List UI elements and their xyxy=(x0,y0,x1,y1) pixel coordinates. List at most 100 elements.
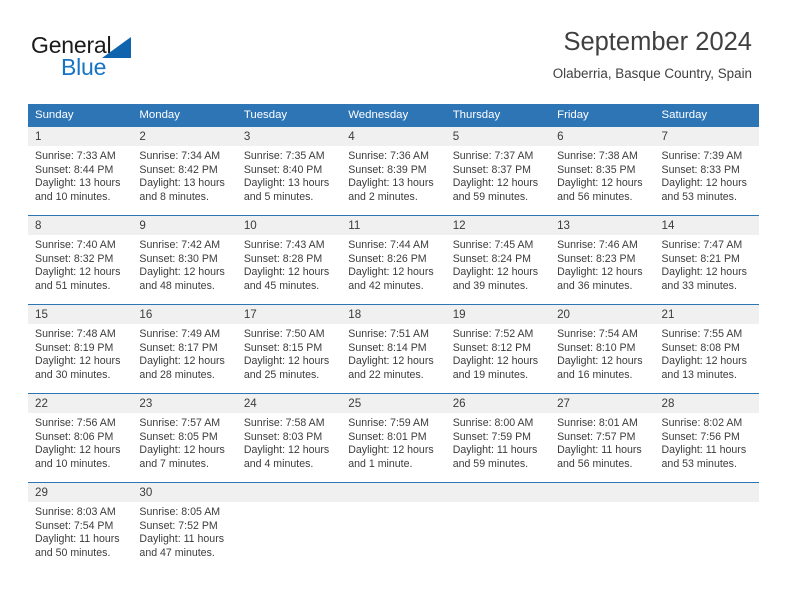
calendar-empty-cell xyxy=(445,482,551,571)
calendar-day-cell[interactable]: 9 Sunrise: 7:42 AM Sunset: 8:30 PM Daylight… xyxy=(132,215,237,305)
calendar-day-cell[interactable]: 21 Sunrise: 7:55 AM Sunset: 8:08 PM Dayligh… xyxy=(654,304,759,394)
calendar-day-cell[interactable]: 18 Sunrise: 7:51 AM Sunset: 8:14 PM Dayligh… xyxy=(341,304,446,394)
calendar-day-cell[interactable]: 19 Sunrise: 7:52 AM Sunset: 8:12 PM Dayligh… xyxy=(445,304,551,394)
calendar-day-cell[interactable]: 20 Sunrise: 7:54 AM Sunset: 8:10 PM Dayligh… xyxy=(550,304,655,394)
day-number: 18 xyxy=(341,305,446,324)
sunset-text: Sunset: 8:28 PM xyxy=(243,252,323,265)
calendar-day-cell[interactable]: 2 Sunrise: 7:34 AM Sunset: 8:42 PM Daylight… xyxy=(132,126,237,216)
calendar-day-cell[interactable]: 27 Sunrise: 8:01 AM Sunset: 7:57 PM Dayligh… xyxy=(550,393,655,483)
sunrise-text: Sunrise: 7:51 AM xyxy=(348,328,429,340)
sunset-text: Sunset: 8:03 PM xyxy=(243,430,323,443)
sunset-text: Sunset: 8:30 PM xyxy=(139,252,218,265)
daylight-text: Daylight: 12 hours and 42 minutes. xyxy=(348,266,434,292)
calendar-day-cell[interactable]: 23 Sunrise: 7:57 AM Sunset: 8:05 PM Dayligh… xyxy=(132,393,237,483)
day-details: Sunrise: 7:40 AM Sunset: 8:32 PM Daylight:… xyxy=(28,235,132,293)
daylight-text: Daylight: 11 hours and 47 minutes. xyxy=(139,533,225,559)
calendar-day-cell[interactable]: 17 Sunrise: 7:50 AM Sunset: 8:15 PM Dayligh… xyxy=(236,304,342,394)
sunrise-text: Sunrise: 7:47 AM xyxy=(661,239,743,251)
sunrise-text: Sunrise: 7:54 AM xyxy=(557,328,638,340)
day-details: Sunrise: 7:45 AM Sunset: 8:24 PM Daylight:… xyxy=(446,235,550,293)
calendar-day-cell[interactable]: 11 Sunrise: 7:44 AM Sunset: 8:26 PM Dayligh… xyxy=(341,215,446,305)
day-number: 23 xyxy=(132,394,237,413)
calendar-day-cell[interactable]: 12 Sunrise: 7:45 AM Sunset: 8:24 PM Dayligh… xyxy=(445,215,551,305)
calendar-week-row: 8 Sunrise: 7:40 AM Sunset: 8:32 PM Daylight… xyxy=(28,215,759,305)
daylight-text: Daylight: 12 hours and 19 minutes. xyxy=(452,355,539,381)
day-number: 2 xyxy=(132,127,237,146)
day-details: Sunrise: 8:03 AM Sunset: 7:54 PM Daylight:… xyxy=(28,502,132,560)
sunrise-text: Sunrise: 7:42 AM xyxy=(139,239,221,251)
calendar-day-cell[interactable]: 7 Sunrise: 7:39 AM Sunset: 8:33 PM Daylight… xyxy=(654,126,759,216)
sunset-text: Sunset: 8:19 PM xyxy=(35,341,114,354)
weekday-header-sunday: Sunday xyxy=(28,104,133,127)
day-number: 30 xyxy=(132,483,237,502)
day-number: 29 xyxy=(28,483,133,502)
logo-text-blue: Blue xyxy=(61,54,107,80)
day-number: 12 xyxy=(445,216,551,235)
calendar-day-cell[interactable]: 26 Sunrise: 8:00 AM Sunset: 7:59 PM Dayligh… xyxy=(445,393,551,483)
sunrise-text: Sunrise: 7:43 AM xyxy=(243,239,325,251)
day-details: Sunrise: 7:43 AM Sunset: 8:28 PM Daylight:… xyxy=(237,235,341,293)
day-details: Sunrise: 7:35 AM Sunset: 8:40 PM Daylight:… xyxy=(237,146,341,204)
day-number: 25 xyxy=(341,394,446,413)
sunrise-text: Sunrise: 7:38 AM xyxy=(557,150,638,162)
sunrise-text: Sunrise: 7:33 AM xyxy=(35,150,116,162)
calendar-day-cell[interactable]: 10 Sunrise: 7:43 AM Sunset: 8:28 PM Dayligh… xyxy=(236,215,342,305)
sunrise-text: Sunrise: 8:05 AM xyxy=(139,506,221,518)
daylight-text: Daylight: 12 hours and 30 minutes. xyxy=(35,355,121,381)
daylight-text: Daylight: 11 hours and 59 minutes. xyxy=(452,444,538,470)
calendar-day-cell[interactable]: 4 Sunrise: 7:36 AM Sunset: 8:39 PM Daylight… xyxy=(341,126,446,216)
calendar-day-cell[interactable]: 28 Sunrise: 8:02 AM Sunset: 7:56 PM Dayligh… xyxy=(654,393,759,483)
day-details: Sunrise: 7:57 AM Sunset: 8:05 PM Daylight:… xyxy=(132,413,236,471)
calendar-day-cell[interactable]: 15 Sunrise: 7:48 AM Sunset: 8:19 PM Dayligh… xyxy=(28,304,133,394)
sunset-text: Sunset: 8:23 PM xyxy=(557,252,636,265)
day-details: Sunrise: 7:59 AM Sunset: 8:01 PM Daylight:… xyxy=(341,413,445,471)
weekday-header-monday: Monday xyxy=(132,104,237,127)
day-number: 19 xyxy=(445,305,551,324)
calendar-empty-cell xyxy=(550,482,655,571)
sunrise-text: Sunrise: 7:57 AM xyxy=(139,417,221,429)
page-subtitle: Olaberria, Basque Country, Spain xyxy=(552,66,752,82)
sunset-text: Sunset: 8:17 PM xyxy=(139,341,218,354)
general-blue-logo[interactable]: General Blue xyxy=(31,32,251,84)
calendar-table: Sunday Monday Tuesday Wednesday Thursday… xyxy=(28,104,759,571)
calendar-day-cell[interactable]: 16 Sunrise: 7:49 AM Sunset: 8:17 PM Dayligh… xyxy=(132,304,237,394)
weekday-header-tuesday: Tuesday xyxy=(236,104,342,127)
calendar-day-cell[interactable]: 8 Sunrise: 7:40 AM Sunset: 8:32 PM Daylight… xyxy=(28,215,133,305)
daylight-text: Daylight: 12 hours and 39 minutes. xyxy=(452,266,539,292)
day-number: 17 xyxy=(236,305,342,324)
calendar-week-row: 22 Sunrise: 7:56 AM Sunset: 8:06 PM Dayligh… xyxy=(28,393,759,483)
sunset-text: Sunset: 8:15 PM xyxy=(243,341,323,354)
calendar-day-cell[interactable]: 14 Sunrise: 7:47 AM Sunset: 8:21 PM Dayligh… xyxy=(654,215,759,305)
day-details: Sunrise: 7:37 AM Sunset: 8:37 PM Daylight:… xyxy=(446,146,550,204)
calendar-day-cell[interactable]: 3 Sunrise: 7:35 AM Sunset: 8:40 PM Daylight… xyxy=(236,126,342,216)
daylight-text: Daylight: 13 hours and 2 minutes. xyxy=(348,177,434,203)
sunrise-text: Sunrise: 7:52 AM xyxy=(452,328,534,340)
calendar-day-cell[interactable]: 6 Sunrise: 7:38 AM Sunset: 8:35 PM Daylight… xyxy=(550,126,655,216)
calendar-day-cell[interactable]: 29 Sunrise: 8:03 AM Sunset: 7:54 PM Dayligh… xyxy=(28,482,133,571)
calendar-day-cell[interactable]: 30 Sunrise: 8:05 AM Sunset: 7:52 PM Dayligh… xyxy=(132,482,237,571)
day-details: Sunrise: 7:58 AM Sunset: 8:03 PM Daylight:… xyxy=(237,413,341,471)
daylight-text: Daylight: 12 hours and 53 minutes. xyxy=(661,177,747,203)
calendar-week-row: 15 Sunrise: 7:48 AM Sunset: 8:19 PM Dayligh… xyxy=(28,304,759,394)
page-header: General Blue September 2024 Olaberria, B… xyxy=(0,0,792,100)
calendar-day-cell[interactable]: 25 Sunrise: 7:59 AM Sunset: 8:01 PM Dayligh… xyxy=(341,393,446,483)
sunset-text: Sunset: 8:24 PM xyxy=(452,252,532,265)
calendar-day-cell[interactable]: 24 Sunrise: 7:58 AM Sunset: 8:03 PM Dayligh… xyxy=(236,393,342,483)
calendar-day-cell[interactable]: 13 Sunrise: 7:46 AM Sunset: 8:23 PM Dayligh… xyxy=(550,215,655,305)
sunset-text: Sunset: 8:08 PM xyxy=(661,341,740,354)
calendar-empty-cell xyxy=(654,482,759,571)
calendar-page: General Blue September 2024 Olaberria, B… xyxy=(0,0,792,612)
calendar-day-cell[interactable]: 5 Sunrise: 7:37 AM Sunset: 8:37 PM Daylight… xyxy=(445,126,551,216)
calendar-day-cell[interactable]: 22 Sunrise: 7:56 AM Sunset: 8:06 PM Dayligh… xyxy=(28,393,133,483)
sunset-text: Sunset: 7:56 PM xyxy=(661,430,740,443)
daylight-text: Daylight: 12 hours and 13 minutes. xyxy=(661,355,747,381)
daylight-text: Daylight: 13 hours and 5 minutes. xyxy=(243,177,330,203)
day-number: 24 xyxy=(236,394,342,413)
daylight-text: Daylight: 12 hours and 36 minutes. xyxy=(557,266,643,292)
sunset-text: Sunset: 7:59 PM xyxy=(452,430,532,443)
calendar-day-cell[interactable]: 1 Sunrise: 7:33 AM Sunset: 8:44 PM Daylight… xyxy=(28,126,133,216)
weekday-header-thursday: Thursday xyxy=(445,104,551,127)
daylight-text: Daylight: 12 hours and 16 minutes. xyxy=(557,355,643,381)
day-details: Sunrise: 8:00 AM Sunset: 7:59 PM Daylight:… xyxy=(446,413,550,471)
day-number xyxy=(654,483,759,502)
